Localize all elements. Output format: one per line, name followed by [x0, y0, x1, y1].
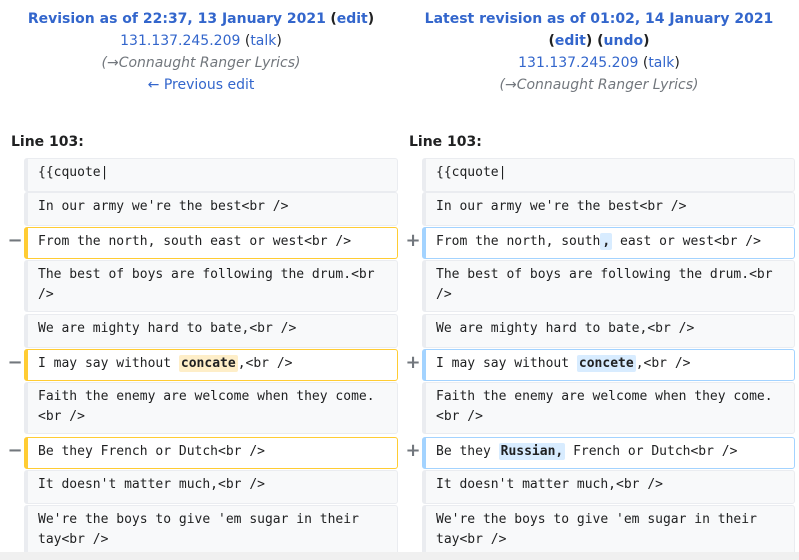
context-cell-old: It doesn't matter much,<br /> — [24, 470, 398, 504]
deleted-line-marker: − — [7, 352, 23, 373]
context-cell-old: In our army we're the best<br /> — [24, 192, 398, 226]
added-line-cell: I may say without concete ,<br /> — [422, 349, 795, 381]
deleted-line-marker: − — [7, 230, 23, 251]
context-cell-new: Faith the enemy are welcome when they co… — [422, 382, 795, 434]
added-line-marker: + — [405, 230, 421, 251]
added-line-marker: + — [405, 440, 421, 461]
deleted-line-marker: − — [7, 440, 23, 461]
context-cell-old: We are mighty hard to bate,<br /> — [24, 314, 398, 348]
inserted-text: concete — [576, 355, 636, 372]
context-cell-new: {{cquote| — [422, 158, 795, 192]
added-line-cell: Be they Russian, French or Dutch<br /> — [422, 437, 795, 469]
context-cell-old: {{cquote| — [24, 158, 398, 192]
context-cell-new: We are mighty hard to bate,<br /> — [422, 314, 795, 348]
deleted-text: concate — [178, 355, 238, 372]
context-cell-new: In our army we're the best<br /> — [422, 192, 795, 226]
deleted-line-cell: From the north, south east or west<br /> — [24, 227, 398, 259]
added-line-cell: From the north, south, east or west<br /… — [422, 227, 795, 259]
added-line-marker: + — [405, 352, 421, 373]
context-cell-old: Faith the enemy are welcome when they co… — [24, 382, 398, 434]
context-cell-new: We're the boys to give 'em sugar in thei… — [422, 505, 795, 557]
inserted-text: Russian, — [498, 443, 566, 460]
context-cell-old: The best of boys are following the drum.… — [24, 260, 398, 312]
diff-table: {{cquote| {{cquote| In our army we're th… — [0, 0, 799, 560]
deleted-line-cell: I may say without concate ,<br /> — [24, 349, 398, 381]
inserted-text: , — [600, 233, 613, 250]
context-cell-new: The best of boys are following the drum.… — [422, 260, 795, 312]
context-cell-old: We're the boys to give 'em sugar in thei… — [24, 505, 398, 557]
horizontal-scrollbar[interactable] — [0, 552, 799, 560]
deleted-line-cell: Be they French or Dutch<br /> — [24, 437, 398, 469]
context-cell-new: It doesn't matter much,<br /> — [422, 470, 795, 504]
